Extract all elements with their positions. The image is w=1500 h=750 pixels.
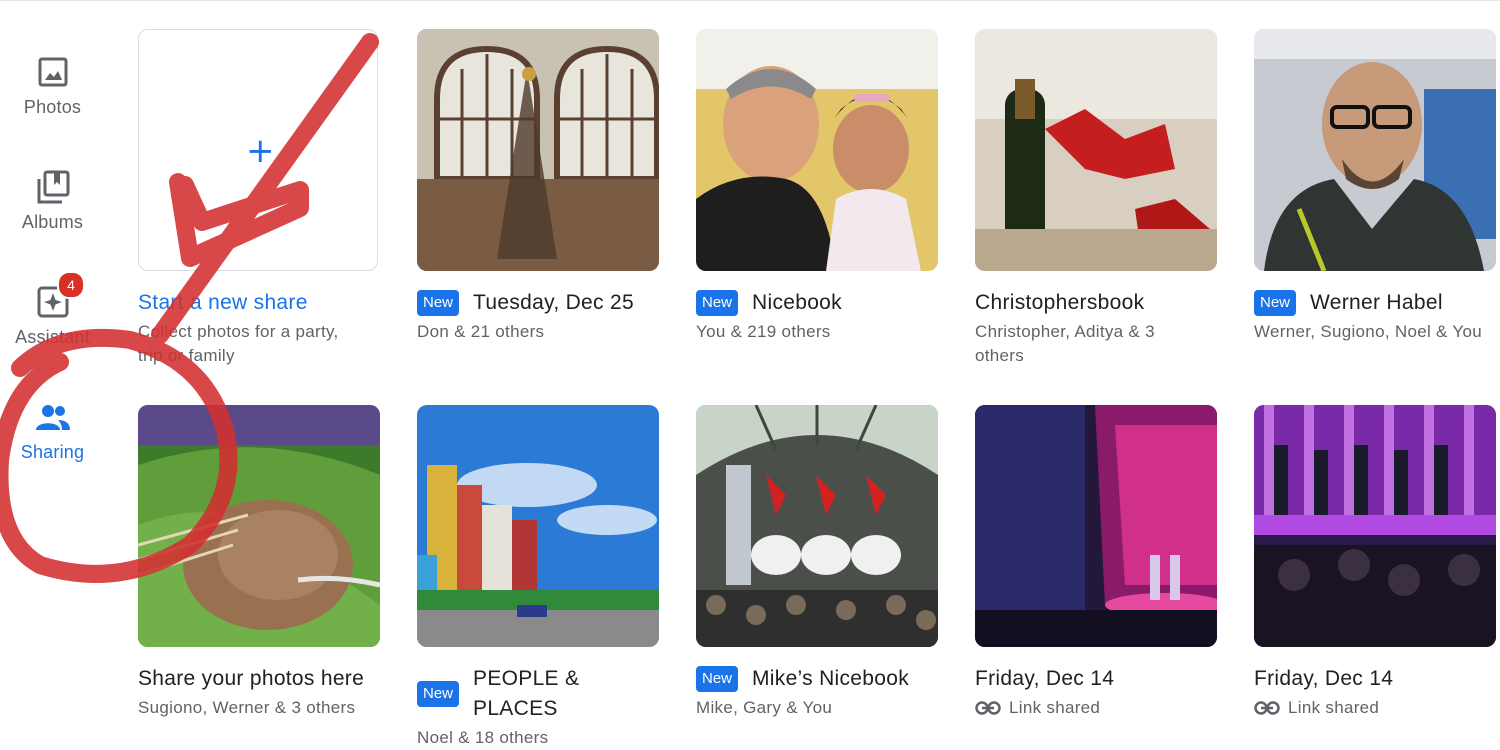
nav-albums[interactable]: Albums — [0, 170, 105, 233]
share-title: Nicebook — [752, 291, 842, 314]
share-card[interactable]: New Werner Habel Werner, Sugiono, Noel &… — [1254, 29, 1498, 344]
link-shared-label: Link shared — [1009, 698, 1101, 717]
share-thumbnail[interactable] — [975, 29, 1217, 271]
share-members: Noel & 18 others — [417, 728, 549, 747]
share-title: Werner Habel — [1310, 291, 1443, 314]
link-shared-label: Link shared — [1288, 698, 1380, 717]
nav-photos[interactable]: Photos — [0, 55, 105, 118]
share-card[interactable]: New Mike’s Nicebook Mike, Gary & You — [696, 405, 940, 720]
share-thumbnail[interactable] — [696, 29, 938, 271]
top-divider — [0, 0, 1500, 1]
share-thumbnail[interactable] — [1254, 29, 1496, 271]
share-title: Mike’s Nicebook — [752, 667, 910, 690]
share-title: Tuesday, Dec 25 — [473, 291, 634, 314]
new-badge: New — [417, 290, 460, 316]
new-share-title[interactable]: Start a new share — [138, 288, 308, 318]
share-thumbnail[interactable] — [975, 405, 1217, 647]
new-badge: New — [696, 290, 739, 316]
share-thumbnail[interactable] — [417, 29, 659, 271]
new-badge: New — [417, 681, 460, 707]
start-new-share-card[interactable]: + Start a new share Collect photos for a… — [138, 29, 382, 368]
share-title: Friday, Dec 14 — [975, 667, 1115, 690]
share-card[interactable]: Christophersbook Christopher, Aditya & 3… — [975, 29, 1219, 368]
share-members: Sugiono, Werner & 3 others — [138, 698, 356, 717]
nav-photos-label: Photos — [23, 97, 82, 117]
share-title: Share your photos here — [138, 667, 365, 690]
link-icon — [1254, 701, 1280, 715]
new-share-subtitle: Collect photos for a party, trip or fami… — [138, 322, 339, 365]
nav-albums-label: Albums — [21, 212, 84, 232]
link-icon — [975, 701, 1001, 715]
share-title: PEOPLE & PLACES — [473, 667, 580, 720]
assistant-count-badge: 4 — [57, 271, 85, 299]
share-thumbnail[interactable] — [138, 405, 380, 647]
share-thumbnail[interactable] — [1254, 405, 1496, 647]
people-icon — [35, 400, 71, 436]
share-title: Christophersbook — [975, 291, 1145, 314]
new-badge: New — [1254, 290, 1297, 316]
albums-icon — [35, 170, 71, 206]
share-members: Christopher, Aditya & 3 others — [975, 322, 1155, 365]
photo-icon — [35, 55, 71, 91]
nav-sharing-label: Sharing — [20, 442, 85, 462]
share-card[interactable]: New Nicebook You & 219 others — [696, 29, 940, 344]
share-card[interactable]: New PEOPLE & PLACES Noel & 18 others — [417, 405, 661, 750]
share-title: Friday, Dec 14 — [1254, 667, 1394, 690]
share-card[interactable]: New Tuesday, Dec 25 Don & 21 others — [417, 29, 661, 344]
share-thumbnail[interactable] — [696, 405, 938, 647]
plus-icon: + — [246, 131, 275, 171]
share-members: Werner, Sugiono, Noel & You — [1254, 322, 1482, 341]
share-card[interactable]: Friday, Dec 14 Link shared — [975, 405, 1219, 718]
new-badge: New — [696, 666, 739, 692]
nav-assistant-label: Assistant — [15, 327, 90, 347]
new-share-tile[interactable]: + — [138, 29, 378, 271]
nav-sharing[interactable]: Sharing — [0, 400, 105, 463]
nav-assistant[interactable]: 4 Assistant — [0, 271, 105, 348]
share-thumbnail[interactable] — [417, 405, 659, 647]
share-card[interactable]: Friday, Dec 14 Link shared — [1254, 405, 1498, 718]
share-members: Mike, Gary & You — [696, 698, 833, 717]
share-card[interactable]: Share your photos here Sugiono, Werner &… — [138, 405, 382, 720]
share-members: You & 219 others — [696, 322, 831, 341]
share-members: Don & 21 others — [417, 322, 545, 341]
